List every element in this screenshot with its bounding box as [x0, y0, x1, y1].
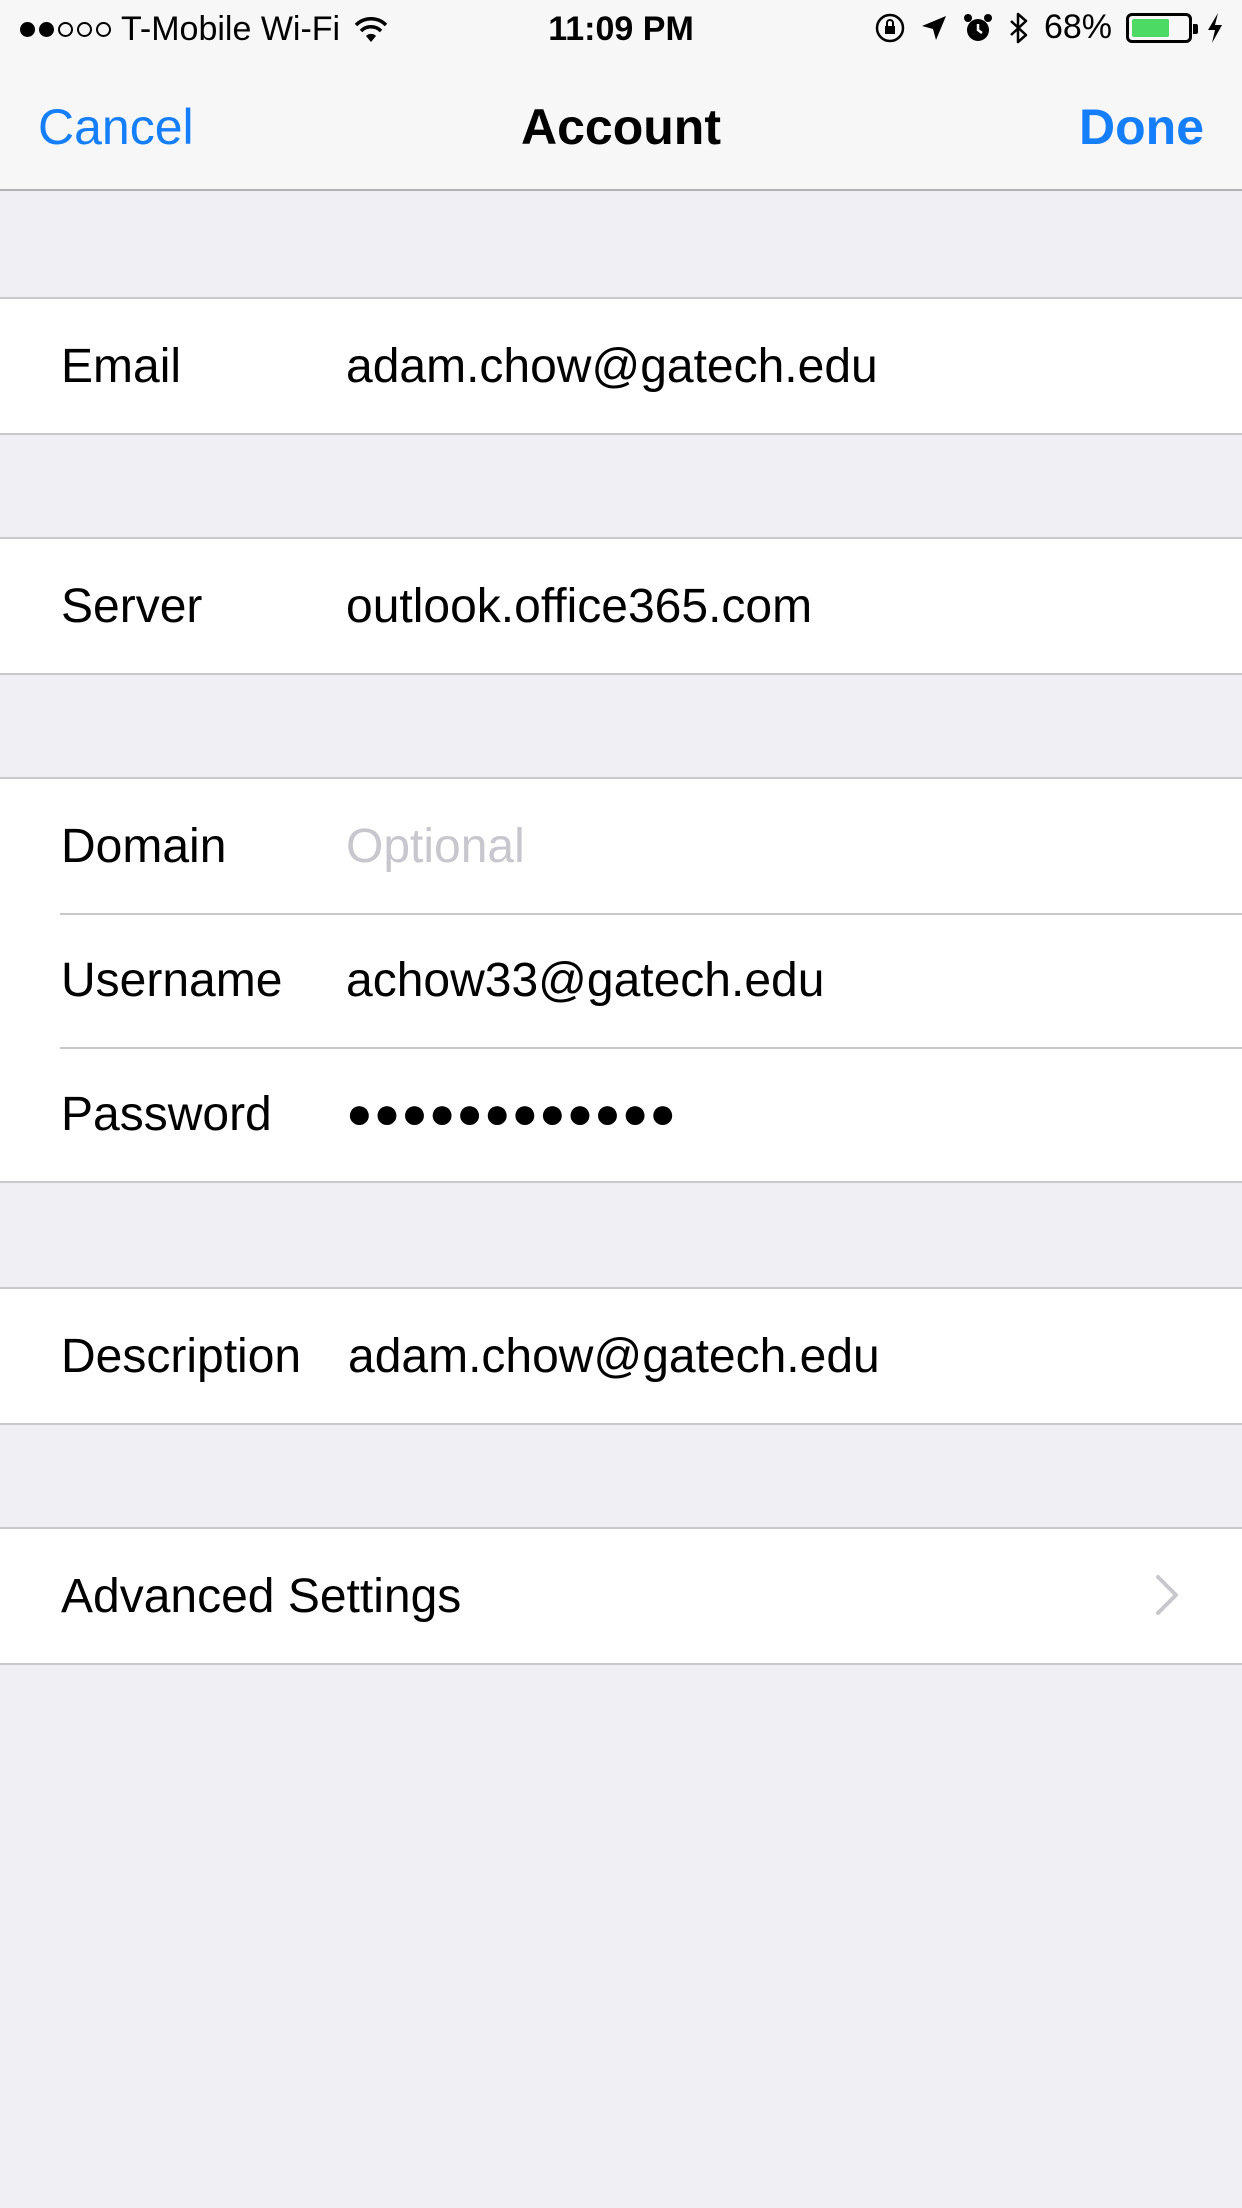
username-label: Username [61, 954, 283, 1007]
domain-field[interactable]: Optional [346, 819, 525, 874]
description-field[interactable]: adam.chow@gatech.edu [348, 1329, 880, 1384]
charging-icon [1208, 12, 1222, 43]
domain-row[interactable]: Domain Optional [0, 779, 1242, 913]
battery-icon [1126, 12, 1198, 43]
alarm-icon [963, 13, 992, 41]
description-row[interactable]: Description adam.chow@gatech.edu [0, 1289, 1242, 1423]
username-row[interactable]: Username achow33@gatech.edu [0, 913, 1242, 1047]
domain-label: Domain [61, 820, 227, 873]
password-field[interactable]: ●●●●●●●●●●●● [346, 1089, 677, 1139]
email-row[interactable]: Email adam.chow@gatech.edu [0, 299, 1242, 433]
username-field[interactable]: achow33@gatech.edu [346, 953, 824, 1008]
navigation-bar: Cancel Account Done [0, 60, 1242, 191]
server-label: Server [61, 580, 203, 633]
advanced-group: Advanced Settings [0, 1527, 1242, 1665]
advanced-settings-row[interactable]: Advanced Settings [0, 1529, 1242, 1663]
server-group: Server outlook.office365.com [0, 537, 1242, 675]
email-field[interactable]: adam.chow@gatech.edu [346, 339, 878, 394]
server-field[interactable]: outlook.office365.com [346, 579, 812, 634]
advanced-settings-label: Advanced Settings [61, 1570, 462, 1623]
battery-level [1132, 18, 1169, 37]
chevron-right-icon [1156, 1575, 1178, 1615]
server-row[interactable]: Server outlook.office365.com [0, 539, 1242, 673]
page-title: Account [521, 99, 721, 155]
bluetooth-icon [1010, 12, 1028, 43]
battery-percent: 68% [1043, 8, 1112, 46]
description-label: Description [61, 1330, 302, 1383]
status-bar: T-Mobile Wi-Fi 11:09 PM 68% [0, 0, 1242, 60]
credentials-group: Domain Optional Username achow33@gatech.… [0, 777, 1242, 1183]
password-row[interactable]: Password ●●●●●●●●●●●● [0, 1047, 1242, 1181]
email-label: Email [61, 340, 182, 393]
password-label: Password [61, 1088, 272, 1141]
rotation-lock-icon [875, 13, 905, 42]
description-group: Description adam.chow@gatech.edu [0, 1287, 1242, 1425]
done-button[interactable]: Done [1079, 98, 1204, 156]
location-icon [921, 15, 946, 40]
email-group: Email adam.chow@gatech.edu [0, 297, 1242, 435]
